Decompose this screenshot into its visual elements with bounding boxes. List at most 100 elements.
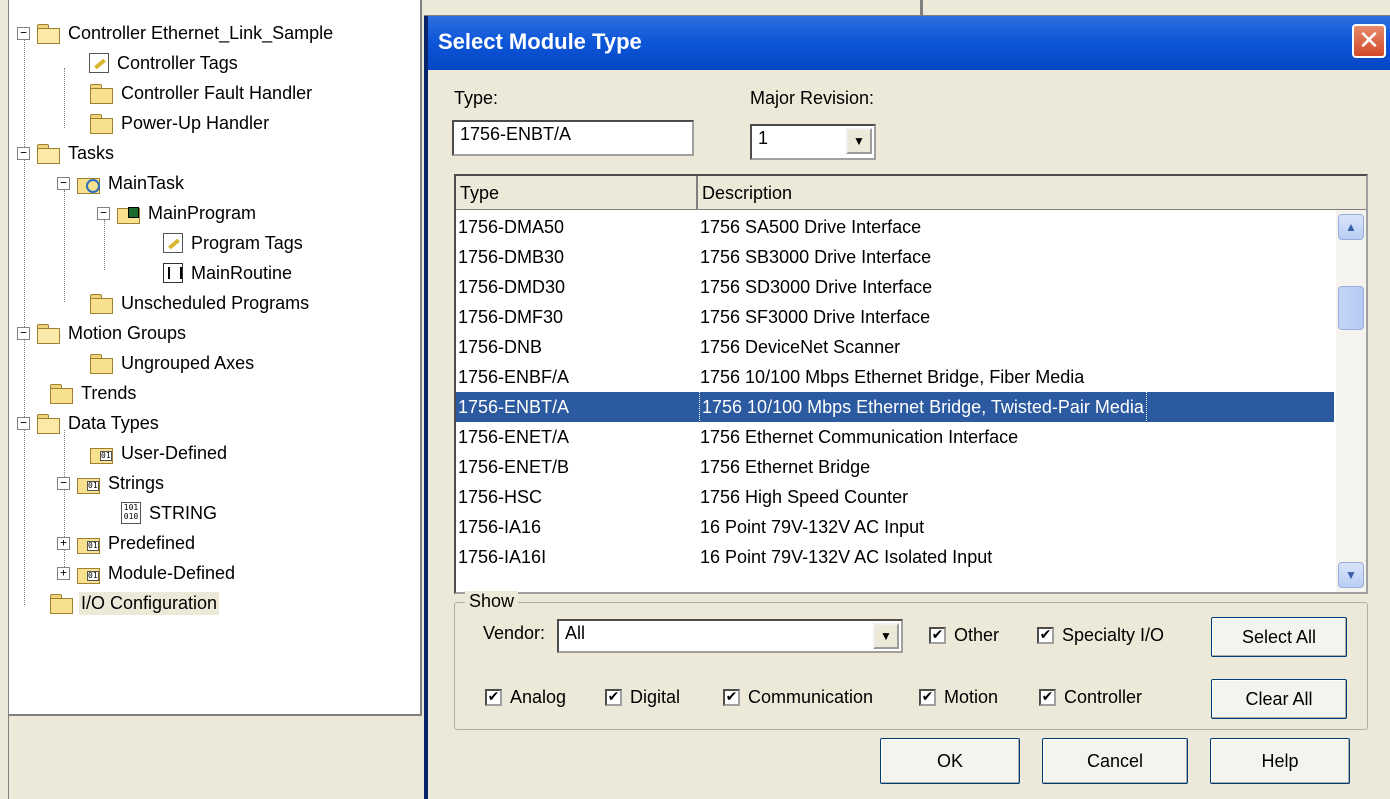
datatype-folder-icon [89, 443, 113, 464]
tree-item-controller[interactable]: − Controller Ethernet_Link_Sample [17, 18, 335, 48]
tree-item-unscheduled[interactable]: Unscheduled Programs [89, 288, 311, 318]
tree-item-powerup-handler[interactable]: Power-Up Handler [89, 108, 271, 138]
list-item-selected[interactable]: 1756-ENBT/A 1756 10/100 Mbps Ethernet Br… [456, 391, 1334, 423]
list-item[interactable]: 1756-HSC 1756 High Speed Counter [456, 482, 1334, 512]
tree-item-label: Module-Defined [108, 562, 236, 583]
tree-item-label: Unscheduled Programs [121, 292, 310, 313]
tree-item-tasks[interactable]: − Tasks [17, 138, 116, 168]
checkbox-motion[interactable]: ✔ Motion [919, 687, 998, 708]
module-description-cell: 1756 10/100 Mbps Ethernet Bridge, Fiber … [700, 367, 1085, 387]
column-header-type[interactable]: Type [456, 176, 698, 210]
folder-icon [89, 293, 113, 314]
collapse-icon[interactable]: − [17, 326, 30, 340]
module-description-cell: 1756 SB3000 Drive Interface [700, 247, 932, 267]
module-type-cell: 1756-DMD30 [458, 277, 566, 297]
list-item[interactable]: 1756-DMD30 1756 SD3000 Drive Interface [456, 272, 1334, 302]
dialog-title-bar[interactable]: Select Module Type ✕ [428, 16, 1390, 70]
checkbox-checked-icon[interactable]: ✔ [605, 689, 622, 706]
datatype-folder-icon [76, 473, 100, 494]
tree-item-predefined[interactable]: + Predefined [57, 528, 197, 558]
chevron-down-icon[interactable]: ▼ [873, 623, 899, 649]
scroll-down-icon[interactable]: ▼ [1338, 562, 1364, 588]
checkbox-analog[interactable]: ✔ Analog [485, 687, 566, 708]
tree-item-module-defined[interactable]: + Module-Defined [57, 558, 237, 588]
tree-item-label: I/O Configuration [79, 591, 220, 615]
expand-icon[interactable]: + [57, 566, 70, 580]
tree-item-string[interactable]: 101 010 STRING [121, 498, 219, 528]
checkbox-other[interactable]: ✔ Other [929, 625, 999, 646]
select-all-button[interactable]: Select All [1211, 617, 1347, 657]
tree-item-label: Controller Tags [117, 52, 238, 73]
collapse-icon[interactable]: − [57, 476, 70, 490]
collapse-icon[interactable]: − [17, 26, 30, 40]
tree-item-ungrouped-axes[interactable]: Ungrouped Axes [89, 348, 256, 378]
list-item[interactable]: 1756-ENBF/A 1756 10/100 Mbps Ethernet Br… [456, 362, 1334, 392]
list-item[interactable]: 1756-ENET/B 1756 Ethernet Bridge [456, 452, 1334, 482]
help-button[interactable]: Help [1210, 738, 1350, 784]
checkbox-checked-icon[interactable]: ✔ [485, 689, 502, 706]
tree-item-label: Data Types [68, 412, 159, 433]
tree-item-label: Ungrouped Axes [121, 352, 255, 373]
collapse-icon[interactable]: − [17, 416, 30, 430]
folder-icon [89, 353, 113, 374]
tree-item-io-configuration[interactable]: I/O Configuration [49, 588, 220, 618]
module-description-cell: 1756 High Speed Counter [700, 487, 909, 507]
tree-item-fault-handler[interactable]: Controller Fault Handler [89, 78, 314, 108]
show-group-legend: Show [465, 591, 519, 612]
tree-item-mainprogram[interactable]: − MainProgram [97, 198, 258, 228]
collapse-icon[interactable]: − [17, 146, 30, 160]
tree-item-controller-tags[interactable]: Controller Tags [89, 48, 240, 78]
checkbox-label: Other [954, 625, 1000, 645]
collapse-icon[interactable]: − [57, 176, 70, 190]
tree-item-program-tags[interactable]: Program Tags [163, 228, 305, 258]
tree-item-label: Predefined [108, 532, 196, 553]
task-icon [76, 173, 100, 194]
type-input[interactable]: 1756-ENBT/A [452, 120, 694, 156]
list-item[interactable]: 1756-DMB30 1756 SB3000 Drive Interface [456, 242, 1334, 272]
module-type-cell: 1756-DMA50 [458, 217, 565, 237]
tree-item-maintask[interactable]: − MainTask [57, 168, 186, 198]
module-description-cell: 1756 SD3000 Drive Interface [700, 277, 933, 297]
module-description-cell: 1756 Ethernet Bridge [700, 457, 871, 477]
collapse-icon[interactable]: − [97, 206, 110, 220]
tree-item-motion-groups[interactable]: − Motion Groups [17, 318, 188, 348]
checkbox-checked-icon[interactable]: ✔ [929, 627, 946, 644]
chevron-down-icon[interactable]: ▼ [846, 128, 872, 154]
tree-item-label: Motion Groups [68, 322, 187, 343]
list-item[interactable]: 1756-DMF30 1756 SF3000 Drive Interface [456, 302, 1334, 332]
tree-item-data-types[interactable]: − Data Types [17, 408, 161, 438]
list-item[interactable]: 1756-DNB 1756 DeviceNet Scanner [456, 332, 1334, 362]
tree-item-strings[interactable]: − Strings [57, 468, 166, 498]
tree-item-user-defined[interactable]: User-Defined [89, 438, 229, 468]
checkbox-checked-icon[interactable]: ✔ [1039, 689, 1056, 706]
checkbox-digital[interactable]: ✔ Digital [605, 687, 680, 708]
checkbox-checked-icon[interactable]: ✔ [723, 689, 740, 706]
checkbox-checked-icon[interactable]: ✔ [1037, 627, 1054, 644]
checkbox-label: Analog [510, 687, 567, 707]
ok-button[interactable]: OK [880, 738, 1020, 784]
tree-item-label: Program Tags [191, 232, 303, 253]
expand-icon[interactable]: + [57, 536, 70, 550]
tree-item-trends[interactable]: Trends [49, 378, 138, 408]
column-header-description[interactable]: Description [698, 176, 1366, 210]
checkbox-specialty-io[interactable]: ✔ Specialty I/O [1037, 625, 1164, 646]
module-type-list[interactable]: Type Description 1756-DMA50 1756 SA500 D… [454, 174, 1368, 594]
close-button[interactable]: ✕ [1352, 24, 1386, 58]
vertical-scrollbar[interactable]: ▲ ▼ [1336, 210, 1366, 592]
scroll-up-icon[interactable]: ▲ [1338, 214, 1364, 240]
splitter[interactable] [920, 0, 923, 16]
vendor-select[interactable]: All [557, 619, 903, 653]
checkbox-communication[interactable]: ✔ Communication [723, 687, 873, 708]
scrollbar-thumb[interactable] [1338, 286, 1364, 330]
module-type-cell: 1756-DNB [458, 337, 543, 357]
list-item[interactable]: 1756-IA16I 16 Point 79V-132V AC Isolated… [456, 542, 1334, 572]
list-item[interactable]: 1756-IA16 16 Point 79V-132V AC Input [456, 512, 1334, 542]
tree-item-mainroutine[interactable]: MainRoutine [163, 258, 294, 288]
clear-all-button[interactable]: Clear All [1211, 679, 1347, 719]
list-item[interactable]: 1756-DMA50 1756 SA500 Drive Interface [456, 212, 1334, 242]
list-item[interactable]: 1756-ENET/A 1756 Ethernet Communication … [456, 422, 1334, 452]
cancel-button[interactable]: Cancel [1042, 738, 1188, 784]
checkbox-checked-icon[interactable]: ✔ [919, 689, 936, 706]
checkbox-controller[interactable]: ✔ Controller [1039, 687, 1142, 708]
folder-icon [89, 83, 113, 104]
